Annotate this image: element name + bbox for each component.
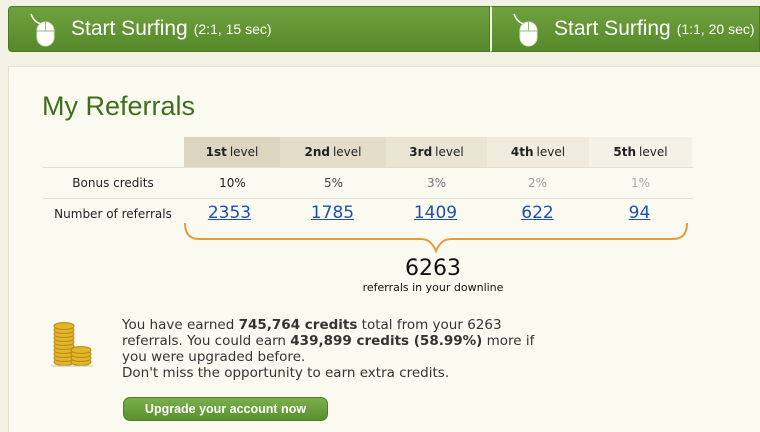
bonus-value: 1% [630, 176, 651, 190]
level-number: 3rd [409, 145, 433, 159]
earnings-text: You have earned [122, 317, 239, 333]
downline-label: referrals in your downline [362, 281, 504, 294]
surf-rate: (1:1, 20 sec) [676, 21, 755, 37]
level-number: 1st [205, 145, 227, 159]
level-header-3: 3rd level [386, 137, 487, 167]
referral-count-link-2[interactable]: 1785 [282, 203, 383, 223]
referrals-panel: My Referrals 1st level 2nd level 3rd level … [8, 66, 760, 432]
bonus-value: 2% [527, 176, 548, 190]
referrals-label: Number of referrals [54, 207, 172, 221]
level-word: level [229, 145, 259, 159]
surf-label: Start Surfing [554, 17, 671, 40]
level-number: 2nd [304, 145, 330, 159]
coins-icon [51, 322, 93, 367]
potential-credits: 439,899 credits (58.99%) [290, 333, 483, 349]
level-word: level [536, 145, 566, 159]
referral-count: 2353 [207, 203, 252, 223]
referral-count-link-3[interactable]: 1409 [385, 203, 486, 223]
mouse-icon [506, 9, 550, 49]
mouse-icon [23, 9, 67, 49]
bonus-credits-label: Bonus credits [72, 176, 154, 190]
bonus-value: 10% [219, 176, 246, 190]
level-word: level [435, 145, 464, 159]
start-surfing-button-2[interactable]: Start Surfing (1:1, 20 sec) [490, 6, 760, 52]
level-word: level [332, 145, 362, 159]
surf-rate: (2:1, 15 sec) [193, 21, 272, 37]
referral-count: 1785 [310, 203, 355, 223]
bonus-value: 5% [323, 176, 344, 190]
referral-count: 1409 [413, 203, 458, 223]
level-header-4: 4th level [487, 137, 589, 167]
referral-count-link-4[interactable]: 622 [487, 203, 588, 223]
surf-label: Start Surfing [71, 17, 188, 40]
earnings-message: You have earned 745,764 credits total fr… [122, 317, 542, 381]
level-header-1: 1st level [184, 137, 280, 167]
referral-count-link-1[interactable]: 2353 [179, 203, 280, 223]
divider [43, 167, 693, 168]
bonus-value: 3% [426, 176, 447, 190]
level-word: level [639, 145, 668, 159]
downline-total: 6263 [405, 256, 461, 281]
page-title: My Referrals [42, 91, 196, 121]
level-header-5: 5th level [589, 137, 692, 167]
surf-bar: Start Surfing (2:1, 15 sec) Start Surfin… [8, 6, 760, 52]
start-surfing-button-1[interactable]: Start Surfing (2:1, 15 sec) [8, 6, 490, 52]
upgrade-account-button[interactable]: Upgrade your account now [123, 397, 328, 421]
earned-credits: 745,764 credits [238, 317, 358, 333]
earnings-cta-text: Don't miss the opportunity to earn extra… [122, 365, 450, 381]
level-number: 4th [510, 145, 534, 159]
level-number: 5th [613, 145, 637, 159]
referral-count-link-5[interactable]: 94 [589, 203, 690, 223]
referral-count: 94 [628, 203, 651, 223]
referral-count: 622 [521, 203, 554, 223]
divider [43, 198, 693, 199]
level-header-2: 2nd level [280, 137, 386, 167]
downline-brace [184, 222, 688, 254]
